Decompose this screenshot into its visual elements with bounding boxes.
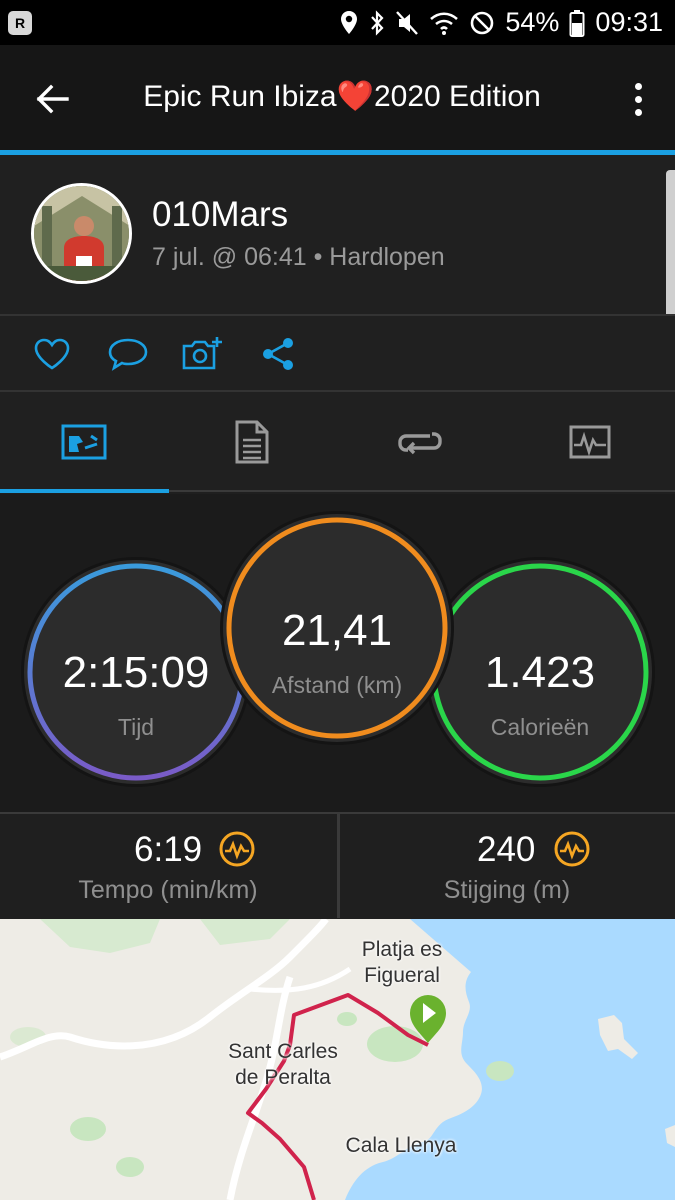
battery-percent: 54%: [505, 7, 560, 37]
pace-label: Tempo (min/km): [78, 876, 258, 904]
park-area: [200, 919, 290, 945]
map-label-platja: Platja es Figueral: [350, 937, 454, 989]
username[interactable]: 010Mars: [152, 195, 288, 235]
activity-meta: 7 jul. @ 06:41 • Hardlopen: [152, 243, 445, 271]
tab-charts[interactable]: [506, 392, 674, 492]
map-label-platja-text: Platja es Figueral: [361, 938, 443, 987]
activity-owner: 010Mars 7 jul. @ 06:41 • Hardlopen: [0, 155, 675, 315]
ascent-value: 240: [477, 830, 536, 869]
distance-stat: 21,41 Afstand (km): [223, 514, 451, 742]
like-icon: [34, 338, 70, 370]
map-label-cala-llenya: Cala Llenya: [345, 1134, 457, 1157]
back-arrow-icon: [36, 84, 69, 114]
ascent-label: Stijging (m): [443, 876, 571, 904]
pace-value: 6:19: [134, 830, 203, 869]
app-bar: Epic Run Ibiza❤️2020 Edition: [0, 45, 675, 150]
ascent-chart-icon: [554, 831, 590, 867]
comment-button[interactable]: [106, 334, 150, 374]
map-label-sant-carles-text: Sant Carles de Peralta: [228, 1040, 338, 1089]
tab-overview[interactable]: [0, 392, 168, 492]
comment-icon: [108, 338, 148, 371]
share-icon: [263, 338, 293, 370]
overview-icon: [61, 424, 107, 460]
location-icon: [341, 10, 358, 34]
calories-value: 1.423: [484, 648, 596, 697]
wifi-icon: [430, 11, 459, 35]
battery-icon: [569, 9, 585, 37]
status-bar: R 54% 09:31: [0, 0, 675, 45]
pace-chart-icon: [219, 831, 255, 867]
more-options-button[interactable]: [623, 75, 653, 123]
title-text-start: Epic Run Ibiza: [143, 80, 337, 113]
tab-bar: [0, 392, 675, 492]
park-area: [337, 1012, 357, 1026]
distance-value: 21,41: [281, 606, 393, 655]
park-area: [70, 1117, 106, 1141]
add-photo-icon: [182, 337, 222, 370]
back-button[interactable]: [28, 75, 76, 123]
time-label: Tijd: [117, 714, 155, 740]
details-icon: [235, 420, 269, 464]
park-area: [367, 1026, 423, 1062]
bluetooth-icon: [371, 9, 384, 36]
app-notification-icon: R: [8, 11, 32, 35]
time-stat: 2:15:09 Tijd: [24, 560, 248, 784]
tab-track: [169, 490, 675, 492]
activity-screen: R 54% 09:31 Epic Run Ibiza❤️2020 Edition: [0, 0, 675, 1200]
clock: 09:31: [595, 7, 663, 37]
park-area: [486, 1061, 514, 1081]
share-button[interactable]: [256, 334, 300, 374]
page-title: Epic Run Ibiza❤️2020 Edition: [100, 79, 584, 114]
add-photo-button[interactable]: [181, 334, 225, 374]
park-area: [40, 919, 160, 953]
pace-metric[interactable]: 6:19 Tempo (min/km): [0, 814, 336, 918]
do-not-disturb-icon: [471, 11, 494, 34]
laps-icon: [398, 432, 442, 455]
like-button[interactable]: [30, 334, 74, 374]
distance-label: Afstand (km): [271, 672, 403, 698]
heart-emoji: ❤️: [336, 80, 374, 113]
summary-stats: 2:15:09 Tijd 1.423 Calorieën 21,41 Afsta…: [0, 494, 675, 812]
metric-separator: [337, 814, 340, 918]
park-area: [116, 1157, 144, 1177]
charts-icon: [569, 425, 611, 459]
ascent-metric[interactable]: 240 Stijging (m): [339, 814, 675, 918]
social-actions: [0, 316, 675, 390]
tab-laps[interactable]: [336, 392, 504, 492]
mute-icon: [396, 10, 419, 35]
avatar[interactable]: [31, 183, 132, 284]
map-label-sant-carles: Sant Carles de Peralta: [216, 1039, 350, 1091]
active-tab-indicator: [0, 489, 169, 493]
calories-label: Calorieën: [490, 714, 590, 740]
route-map[interactable]: Platja es Figueral Sant Carles de Peralt…: [0, 919, 675, 1200]
title-text-end: 2020 Edition: [373, 80, 541, 113]
time-value: 2:15:09: [62, 648, 210, 697]
tab-details[interactable]: [168, 392, 336, 492]
calories-stat: 1.423 Calorieën: [428, 560, 652, 784]
